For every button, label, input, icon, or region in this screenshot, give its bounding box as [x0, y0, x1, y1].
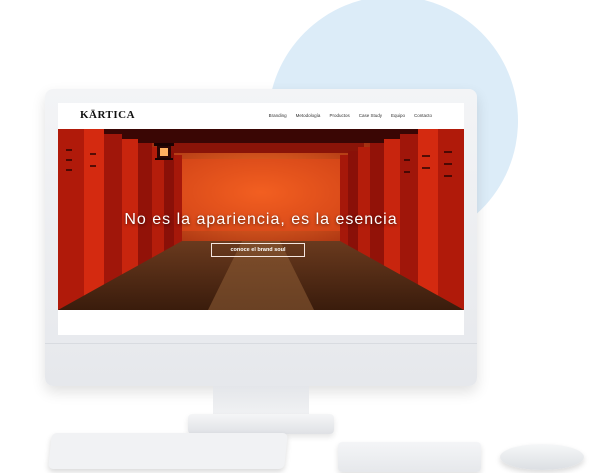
nav-item-equipo[interactable]: Equipo [391, 113, 405, 118]
hero-title: No es la apariencia, es la esencia [124, 211, 398, 228]
nav-item-branding[interactable]: Branding [269, 113, 287, 118]
monitor-stand-base [188, 414, 334, 434]
site-header: KĀRTICA Branding Metodología Productos C… [58, 103, 464, 129]
nav-item-case-study[interactable]: Case Study [359, 113, 382, 118]
main-nav: Branding Metodología Productos Case Stud… [269, 113, 432, 118]
mouse [500, 444, 584, 470]
nav-item-metodologia[interactable]: Metodología [296, 113, 321, 118]
trackpad [338, 442, 481, 472]
site-logo[interactable]: KĀRTICA [80, 109, 135, 121]
nav-item-contacto[interactable]: Contacto [414, 113, 432, 118]
page-below-hero [58, 310, 464, 335]
monitor-screen: KĀRTICA Branding Metodología Productos C… [58, 103, 464, 335]
monitor-chin-divider [45, 343, 477, 344]
hero-banner: No es la apariencia, es la esencia conoc… [58, 129, 464, 310]
keyboard [48, 433, 288, 469]
monitor-stand-neck [213, 386, 309, 416]
lantern-icon [154, 143, 174, 160]
nav-item-productos[interactable]: Productos [329, 113, 349, 118]
monitor: KĀRTICA Branding Metodología Productos C… [45, 89, 477, 386]
brand-soul-button[interactable]: conoce el brand soul [211, 243, 305, 257]
